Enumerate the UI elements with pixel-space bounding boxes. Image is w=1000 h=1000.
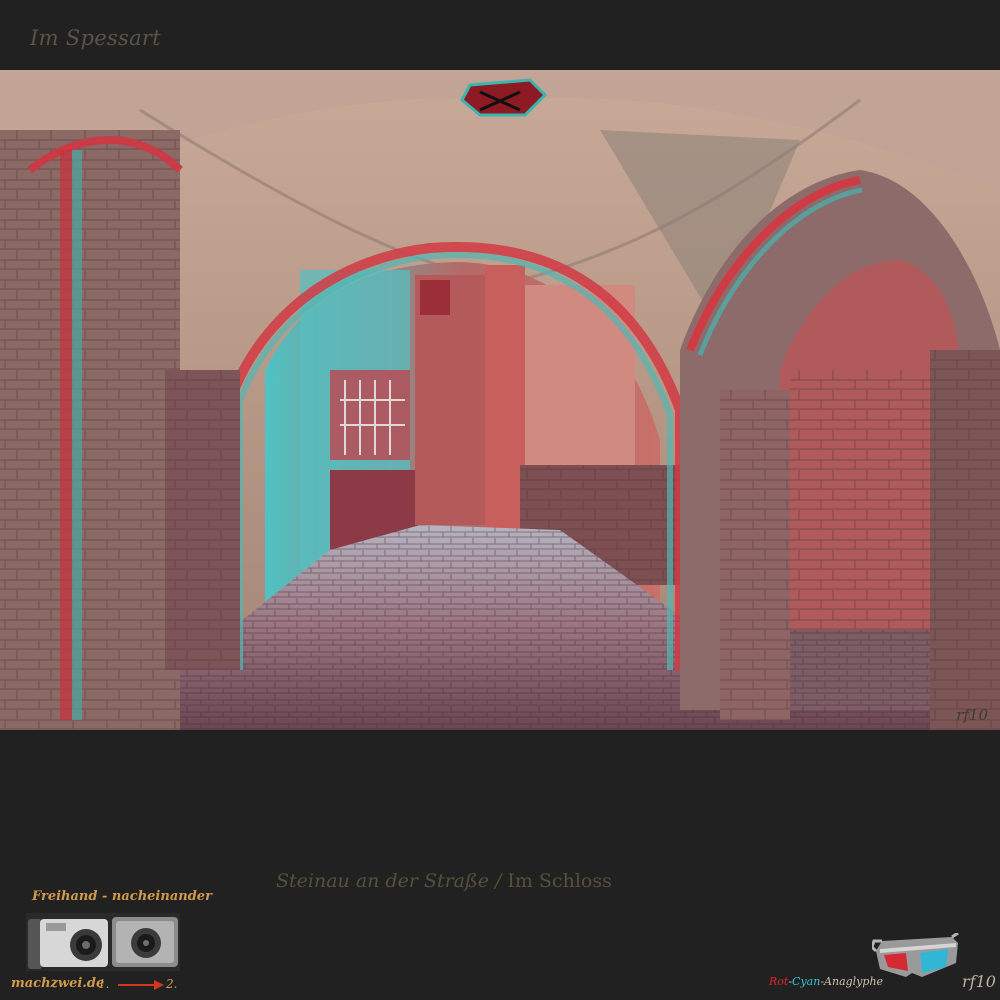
step-one-label: 1. [98,977,110,991]
caption-separator: / [494,870,502,892]
step-two-label: 2. [166,977,178,991]
caption-subject: Im Schloss [507,870,612,892]
two-camera-icon [26,913,180,971]
photo-caption: Steinau an der Straße / Im Schloss [276,870,612,892]
caption-place: Steinau an der Straße [276,870,489,892]
anaglyph-suffix: -Anaglyphe [820,975,884,988]
author-signature: rf10 [962,972,996,991]
anaglyph-cyan-word: Cyan [792,975,821,988]
anaglyph-photo: rf10 [0,70,1000,730]
anaglyph-red-word: Rot [769,975,789,988]
photo-signature: rf10 [956,706,988,724]
anaglyph-label: Rot-Cyan-Anaglyphe [769,975,883,988]
page-title: Im Spessart [30,26,161,50]
website-link[interactable]: machzwei.de [11,976,104,991]
castle-archway-illustration [0,70,1000,730]
3d-glasses-icon [872,933,959,977]
capture-method-label: Freihand - nacheinander [32,889,212,904]
arrow-right-icon [118,980,164,990]
